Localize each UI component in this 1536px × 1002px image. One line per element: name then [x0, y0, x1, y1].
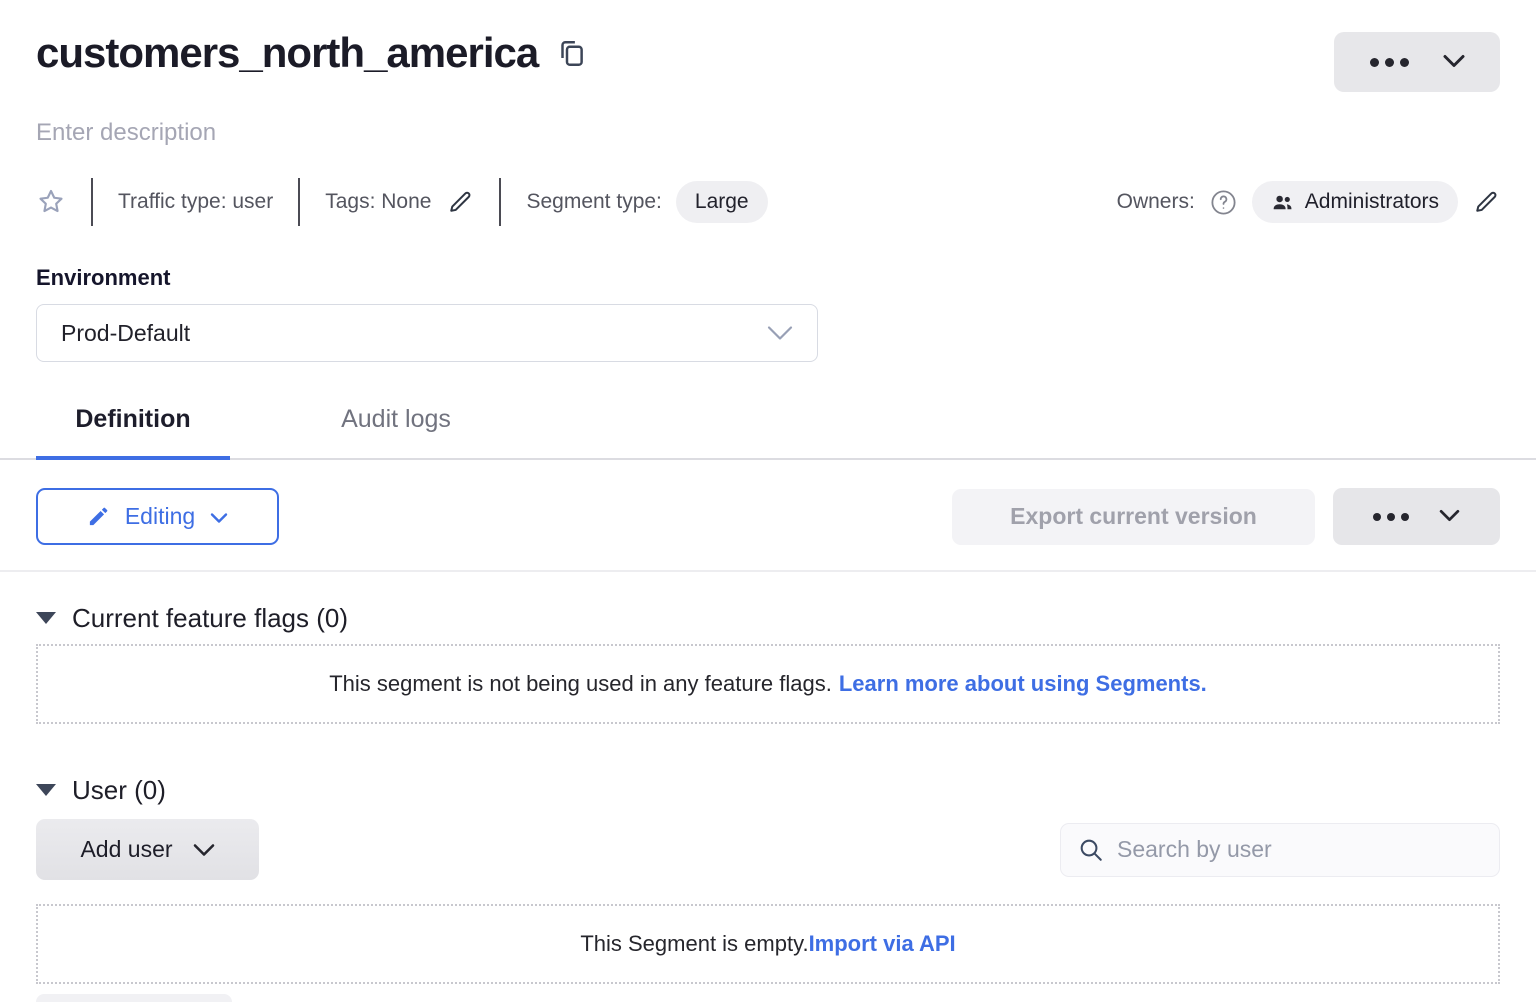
tags-item: Tags: None [325, 188, 474, 216]
chevron-down-icon [1443, 54, 1465, 71]
feature-flags-section-title: Current feature flags (0) [72, 602, 348, 634]
tab-audit-logs[interactable]: Audit logs [328, 404, 464, 458]
header: customers_north_america [36, 28, 1500, 92]
feature-flags-empty-text: This segment is not being used in any fe… [329, 671, 832, 697]
copy-icon[interactable] [558, 38, 585, 74]
traffic-type-label: Traffic type: user [118, 190, 273, 214]
chevron-down-icon [193, 836, 215, 863]
editing-label: Editing [125, 503, 195, 530]
learn-more-link[interactable]: Learn more about using Segments. [839, 671, 1207, 697]
user-search [1060, 823, 1500, 877]
editing-mode-button[interactable]: Editing [36, 488, 279, 545]
chevron-down-icon [210, 503, 228, 530]
description-placeholder[interactable]: Enter description [36, 118, 1500, 148]
user-search-input[interactable] [1117, 836, 1482, 863]
people-icon [1271, 191, 1294, 214]
segment-type-item: Segment type: Large [526, 181, 767, 223]
user-controls-row: Add user [36, 819, 1500, 880]
owners-chip[interactable]: Administrators [1252, 181, 1458, 223]
divider [0, 570, 1536, 572]
feature-flags-empty-state: This segment is not being used in any fe… [36, 644, 1500, 724]
chevron-down-icon [1439, 509, 1460, 525]
favorite-star-icon[interactable] [36, 187, 66, 217]
owners-label: Owners: [1117, 190, 1195, 214]
caret-down-icon [36, 612, 56, 624]
environment-select[interactable]: Prod-Default [36, 304, 818, 362]
export-current-version-button[interactable]: Export current version [952, 489, 1315, 545]
divider [298, 178, 300, 226]
edit-owners-pencil-icon[interactable] [1472, 188, 1500, 216]
page-title: customers_north_america [36, 28, 538, 78]
more-dots-icon [1370, 58, 1409, 67]
user-section-title: User (0) [72, 774, 166, 806]
caret-down-icon [36, 784, 56, 796]
environment-label: Environment [36, 264, 1500, 292]
segment-detail-page: customers_north_america Enter descriptio… [0, 0, 1536, 1002]
segment-type-label: Segment type: [526, 190, 661, 214]
definition-toolbar: Editing Export current version [36, 488, 1500, 545]
add-user-button[interactable]: Add user [36, 819, 259, 880]
add-user-label: Add user [80, 836, 172, 863]
import-via-api-link[interactable]: Import via API [809, 931, 956, 957]
header-more-menu-button[interactable] [1334, 32, 1500, 92]
segment-type-badge: Large [676, 181, 768, 223]
more-dots-icon [1373, 513, 1409, 521]
divider [499, 178, 501, 226]
tab-bar: Definition Audit logs [0, 404, 1536, 460]
owners-value: Administrators [1305, 190, 1439, 214]
tags-label: Tags: None [325, 190, 431, 214]
question-circle-icon[interactable] [1209, 188, 1238, 217]
pencil-icon [87, 505, 110, 528]
environment-selected-value: Prod-Default [61, 320, 190, 347]
chevron-down-icon [767, 320, 793, 347]
meta-row: Traffic type: user Tags: None Segment ty… [36, 178, 1500, 226]
owners-group: Owners: Administrators [1117, 181, 1500, 223]
user-empty-text: This Segment is empty. [580, 931, 808, 957]
divider [91, 178, 93, 226]
user-empty-state: This Segment is empty. Import via API [36, 904, 1500, 984]
feature-flags-section-header[interactable]: Current feature flags (0) [36, 602, 1500, 634]
search-icon [1078, 837, 1104, 863]
toolbar-more-menu-button[interactable] [1333, 488, 1500, 545]
cropped-element [36, 994, 232, 1002]
edit-tags-pencil-icon[interactable] [446, 188, 474, 216]
user-section-header[interactable]: User (0) [36, 774, 1500, 806]
tab-definition[interactable]: Definition [36, 404, 230, 458]
